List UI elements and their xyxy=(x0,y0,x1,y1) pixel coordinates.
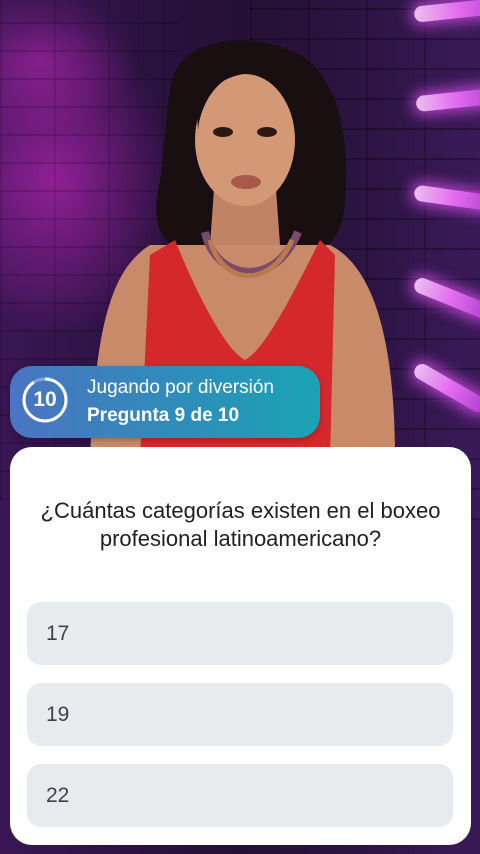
game-mode-label: Jugando por diversión xyxy=(87,377,274,398)
answer-option-17[interactable]: 17 xyxy=(27,602,453,665)
counter-value: 10 xyxy=(33,388,57,411)
question-card: ¿Cuántas categorías existen en el boxeo … xyxy=(10,447,471,845)
answer-option-19[interactable]: 19 xyxy=(27,683,453,746)
question-counter: 10 xyxy=(21,376,69,424)
game-status-banner: 10 Jugando por diversión Pregunta 9 de 1… xyxy=(10,366,320,438)
question-progress-label: Pregunta 9 de 10 xyxy=(87,405,240,426)
answer-option-22[interactable]: 22 xyxy=(27,764,453,827)
question-text: ¿Cuántas categorías existen en el boxeo … xyxy=(40,498,441,551)
